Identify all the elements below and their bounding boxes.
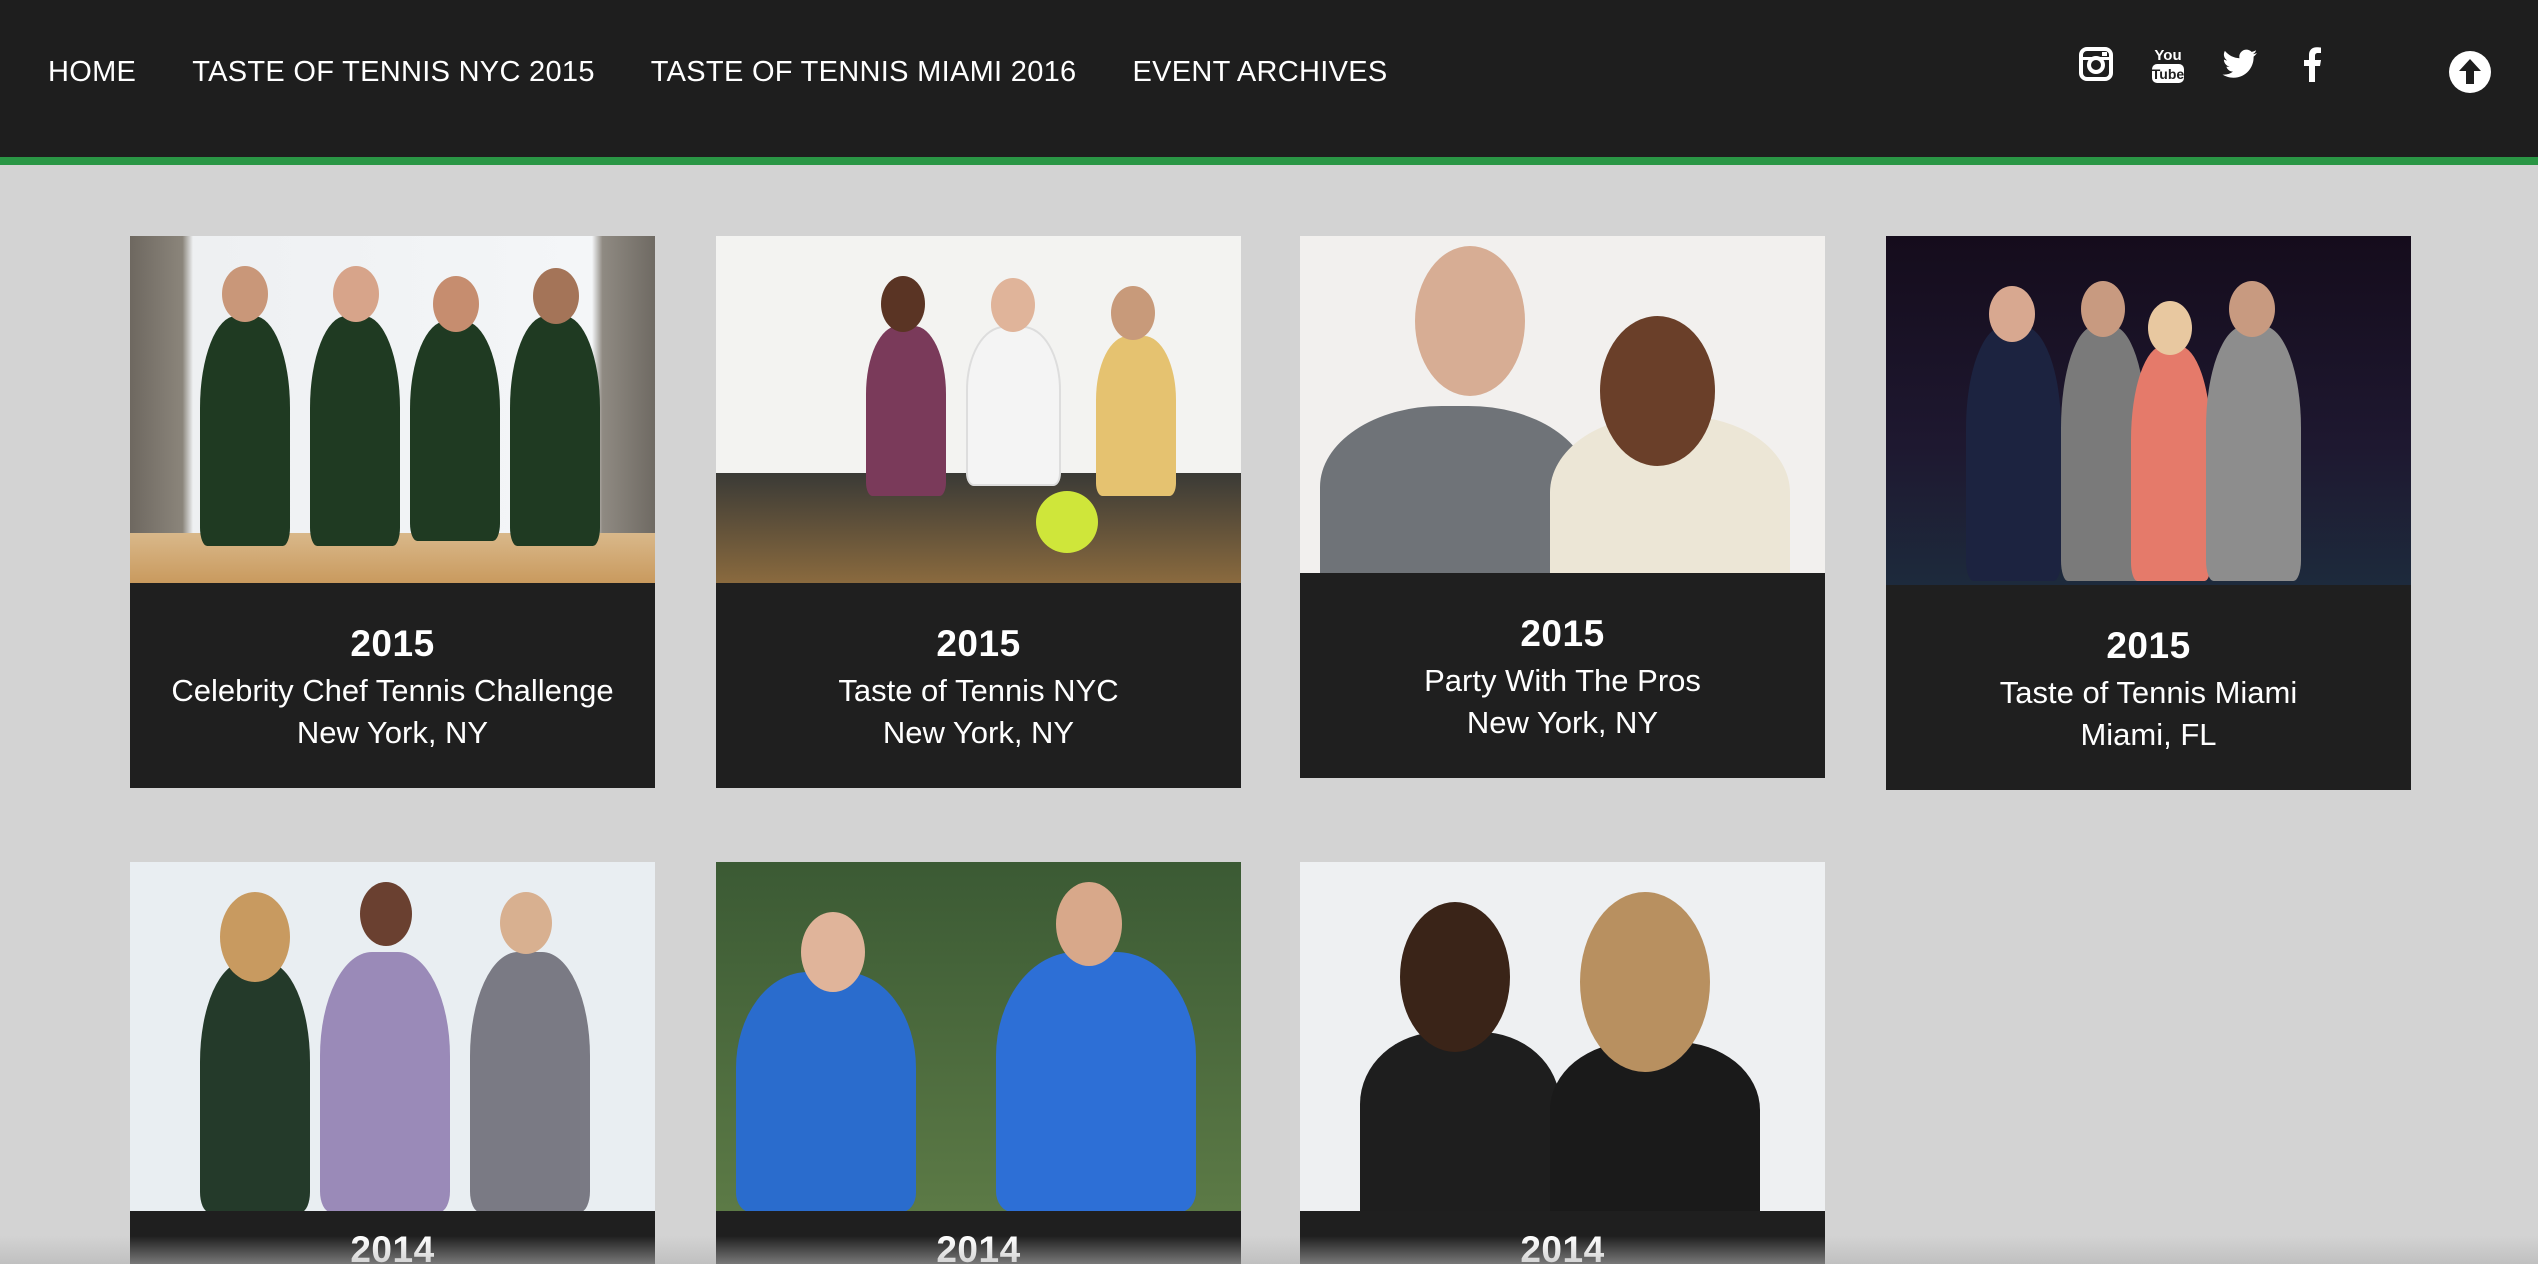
nav-taste-of-tennis-miami-2016[interactable]: TASTE OF TENNIS MIAMI 2016 [651,56,1077,89]
instagram-icon[interactable] [2076,44,2116,84]
event-caption: 2014 [1300,1211,1825,1264]
event-year: 2015 [350,623,435,664]
twitter-icon[interactable] [2220,44,2260,84]
header-accent-stripe [0,157,2538,165]
event-caption: 2015 Party With The Pros New York, NY [1300,573,1825,778]
event-card[interactable]: 2014 [130,862,655,1264]
svg-text:Tube: Tube [2152,66,2185,82]
event-title: Celebrity Chef Tennis Challenge [171,673,614,708]
site-header: HOME TASTE OF TENNIS NYC 2015 TASTE OF T… [0,0,2538,157]
event-year: 2015 [2106,625,2191,666]
scroll-to-top-button[interactable] [2448,50,2492,94]
event-year: 2014 [936,1229,1021,1264]
event-card[interactable]: 2015 Taste of Tennis Miami Miami, FL [1886,236,2411,790]
event-card[interactable]: 2014 [1300,862,1825,1264]
nav-event-archives[interactable]: EVENT ARCHIVES [1133,56,1388,89]
event-year: 2014 [1520,1229,1605,1264]
event-photo [716,236,1241,583]
event-location: Miami, FL [2080,717,2217,752]
event-caption: 2014 [716,1211,1241,1264]
nav-taste-of-tennis-nyc-2015[interactable]: TASTE OF TENNIS NYC 2015 [192,56,595,89]
event-location: New York, NY [296,715,489,750]
social-links: You Tube [2076,44,2364,84]
event-title: Taste of Tennis NYC [838,673,1119,708]
svg-text:You: You [2154,47,2181,64]
event-caption: 2015 Taste of Tennis NYC New York, NY [716,583,1241,788]
event-photo [716,862,1241,1211]
event-year: 2015 [936,623,1021,664]
event-title: Party With The Pros [1424,663,1701,698]
event-year: 2015 [1520,613,1605,654]
nav-home[interactable]: HOME [48,56,136,89]
facebook-icon[interactable] [2292,44,2332,84]
event-photo [1300,862,1825,1211]
arrow-up-circle-icon [2449,51,2491,93]
main-nav: HOME TASTE OF TENNIS NYC 2015 TASTE OF T… [48,56,1444,89]
event-photo [1300,236,1825,573]
youtube-icon[interactable]: You Tube [2148,44,2188,84]
event-year: 2014 [350,1229,435,1264]
event-caption: 2014 [130,1211,655,1264]
event-card[interactable]: 2015 Party With The Pros New York, NY [1300,236,1825,778]
event-photo [1886,236,2411,585]
event-card[interactable]: 2015 Taste of Tennis NYC New York, NY [716,236,1241,788]
event-photo [130,862,655,1211]
event-location: New York, NY [1466,705,1659,740]
event-title: Taste of Tennis Miami [1999,675,2298,710]
event-card[interactable]: 2014 [716,862,1241,1264]
event-location: New York, NY [882,715,1075,750]
event-caption: 2015 Taste of Tennis Miami Miami, FL [1886,585,2411,790]
event-card[interactable]: 2015 Celebrity Chef Tennis Challenge New… [130,236,655,788]
event-caption: 2015 Celebrity Chef Tennis Challenge New… [130,583,655,788]
event-photo [130,236,655,583]
